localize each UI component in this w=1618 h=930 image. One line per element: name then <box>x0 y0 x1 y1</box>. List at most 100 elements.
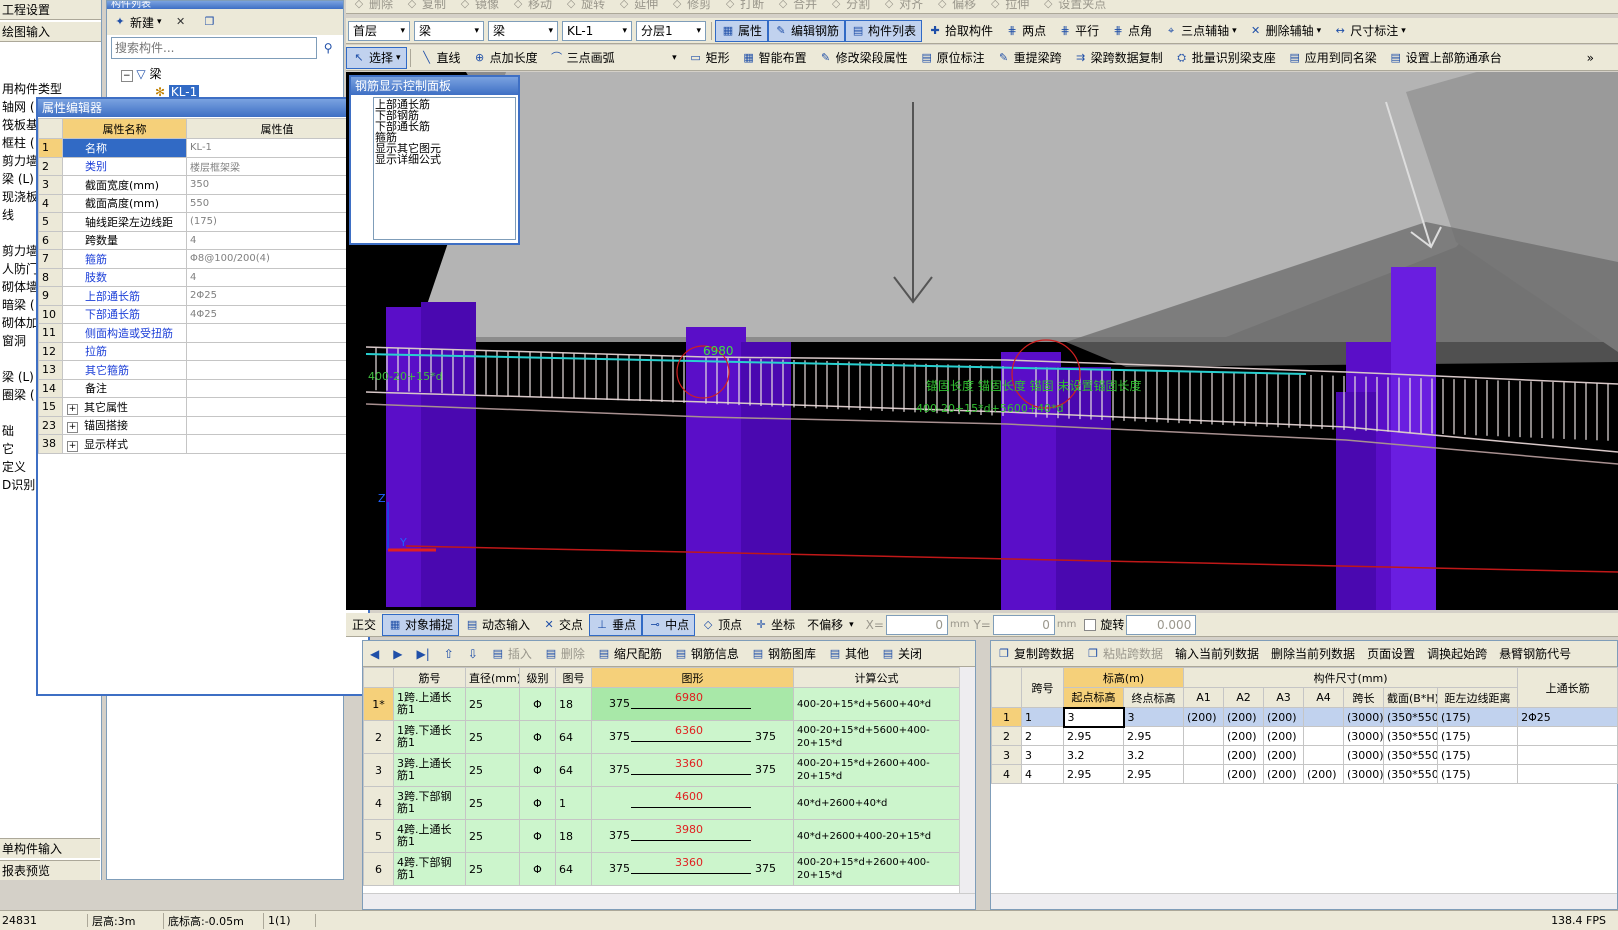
layer-select[interactable]: 分层1 ▾ <box>636 20 706 41</box>
type-select-1[interactable]: 梁 ▾ <box>414 20 484 41</box>
rebar-diameter-cell[interactable]: 25 <box>465 753 520 787</box>
rebar-shape-cell[interactable]: 375 6980 <box>591 687 794 721</box>
property-row[interactable]: 11 侧面构造或受扭筋 <box>38 323 368 343</box>
rebar-formula-cell[interactable]: 400-20+15*d+2600+400-20+15*d <box>793 753 960 787</box>
span-cell-a2[interactable]: (200) <box>1223 726 1264 746</box>
property-row[interactable]: 1 名称 KL-1 <box>38 138 368 158</box>
rebar-tool-button[interactable]: ▤ 删除 <box>538 643 591 665</box>
3d-viewport[interactable]: 6980 400-20+15*d 锚固长度 锚固长度 锚固 未设置锚固长度 40… <box>346 72 1618 610</box>
rebar-grade-cell[interactable]: Φ <box>519 720 556 754</box>
property-value-cell[interactable]: (175) <box>186 212 368 232</box>
rebar-tool-button[interactable]: ▤ 其他 <box>822 643 875 665</box>
nav-arrow-icon[interactable]: ◀ <box>363 643 386 665</box>
rebar-grade-cell[interactable]: Φ <box>519 786 556 820</box>
rebar-figure-no-cell[interactable]: 18 <box>555 819 592 853</box>
x-input[interactable]: 0 <box>885 614 948 635</box>
span-cell-a1[interactable] <box>1183 726 1224 746</box>
rebar-figure-no-cell[interactable]: 18 <box>555 687 592 721</box>
span-cell-a3[interactable]: (200) <box>1263 745 1304 765</box>
rebar-figure-no-cell[interactable]: 64 <box>555 720 592 754</box>
property-row[interactable]: 38 + 显示样式 <box>38 434 368 454</box>
snap-button[interactable]: ▦ 对象捕捉 <box>382 613 460 636</box>
type-select-2[interactable]: 梁 ▾ <box>488 20 558 41</box>
rebar-grade-cell[interactable]: Φ <box>519 819 556 853</box>
span-cell-top[interactable] <box>1517 726 1618 746</box>
property-row[interactable]: 23 + 锚固搭接 <box>38 415 368 435</box>
span-cell-a2[interactable]: (200) <box>1223 764 1264 784</box>
span-row[interactable]: 4 4 2.95 2.95 (200) (200) (200) (3000) (350*550)… <box>991 764 1618 784</box>
toolbar-button[interactable]: ⋕ 点角 <box>1105 20 1158 42</box>
property-value-cell[interactable]: 4 <box>186 267 368 287</box>
rebar-grade-cell[interactable]: Φ <box>519 852 556 886</box>
rebar-scrollbar-v[interactable] <box>959 667 975 893</box>
module-tree-item[interactable]: 用构件类型 <box>0 80 101 98</box>
span-cell-len[interactable]: (3000) <box>1343 707 1384 727</box>
toolbar-button[interactable]: ⋕ 平行 <box>1052 20 1105 42</box>
expand-icon[interactable]: + <box>67 403 78 415</box>
project-settings-tab[interactable]: 工程设置 <box>0 0 101 20</box>
more-icon[interactable]: » <box>1587 51 1618 65</box>
select-button[interactable]: ↖ 选择 ▾ <box>346 46 407 69</box>
toolbar-button[interactable]: ▤ 构件列表 <box>845 19 923 42</box>
property-value-cell[interactable]: 4 <box>186 230 368 250</box>
span-row[interactable]: 1 1 3 3 (200) (200) (200) (3000) (350*550) (175) 2… <box>991 706 1618 728</box>
toolbar-button[interactable]: ✕ 删除辅轴 ▾ <box>1243 20 1328 42</box>
draw-input-tab[interactable]: 绘图输入 <box>0 22 101 42</box>
rebar-grade-cell[interactable]: Φ <box>519 753 556 787</box>
draw-tool-button[interactable]: ✎ 重提梁跨 <box>991 47 1068 69</box>
edit-tool-button[interactable]: ◇ 复制 <box>399 0 452 13</box>
span-cell-start[interactable]: 2.95 <box>1063 764 1124 784</box>
rebar-shape-cell[interactable]: 375 6360 375 <box>591 720 794 754</box>
draw-tool-button[interactable]: ▤ 设置上部筋通承台 <box>1383 47 1508 69</box>
rebar-shape-cell[interactable]: 4600 <box>591 786 794 820</box>
rebar-diameter-cell[interactable]: 25 <box>465 852 520 886</box>
property-value-cell[interactable]: 350 <box>186 175 368 195</box>
span-cell-a1[interactable] <box>1183 764 1224 784</box>
property-value-cell[interactable] <box>186 341 368 361</box>
rebar-row[interactable]: 4 3跨.下部钢筋1 25 Φ 1 4600 40*d+2600+40*d <box>363 786 960 820</box>
copy-button[interactable]: ❐ <box>197 11 226 33</box>
span-cell-len[interactable]: (3000) <box>1343 764 1384 784</box>
draw-tool-button[interactable]: ⛭ 批量识别梁支座 <box>1169 47 1282 69</box>
span-cell-dist[interactable]: (175) <box>1436 745 1519 765</box>
property-value-cell[interactable]: 4Φ25 <box>186 304 368 324</box>
property-value-cell[interactable] <box>186 323 368 343</box>
property-value-cell[interactable]: 550 <box>186 193 368 213</box>
property-row[interactable]: 3 截面宽度(mm) 350 <box>38 175 368 195</box>
edit-tool-button[interactable]: ◇ 合并 <box>770 0 823 13</box>
span-cell-sec[interactable]: (350*550) <box>1383 707 1438 727</box>
span-cell-a4[interactable]: (200) <box>1303 764 1344 784</box>
span-cell-a1[interactable] <box>1183 745 1224 765</box>
rebar-figure-no-cell[interactable]: 64 <box>555 753 592 787</box>
rebar-figure-no-cell[interactable]: 64 <box>555 852 592 886</box>
span-cell-a4[interactable] <box>1303 745 1344 765</box>
report-preview-tab[interactable]: 报表预览 <box>0 860 100 880</box>
nav-arrow-icon[interactable]: ▶| <box>409 643 436 665</box>
span-cell-dist[interactable]: (175) <box>1436 764 1519 784</box>
span-cell-top[interactable] <box>1517 745 1618 765</box>
snap-button[interactable]: ▤ 动态输入 <box>459 614 536 636</box>
edit-tool-button[interactable]: ◇ 对齐 <box>876 0 929 13</box>
floor-select[interactable]: 首层 ▾ <box>348 20 410 41</box>
rebar-tool-button[interactable]: ▤ 钢筋信息 <box>668 643 745 665</box>
span-cell-top[interactable]: 2Φ25 <box>1517 707 1618 727</box>
edit-tool-button[interactable]: ◇ 分割 <box>823 0 876 13</box>
single-component-input-tab[interactable]: 单构件输入 <box>0 838 100 858</box>
span-cell-a3[interactable]: (200) <box>1263 707 1304 727</box>
span-cell-len[interactable]: (3000) <box>1343 745 1384 765</box>
property-row[interactable]: 2 类别 楼层框架梁 <box>38 156 368 176</box>
y-input[interactable]: 0 <box>992 614 1055 635</box>
span-cell-a3[interactable]: (200) <box>1263 726 1304 746</box>
rebar-name-cell[interactable]: 1跨.下通长筋1 <box>393 720 466 754</box>
rebar-formula-cell[interactable]: 400-20+15*d+5600+400-20+15*d <box>793 720 960 754</box>
span-cell-end[interactable]: 2.95 <box>1123 726 1184 746</box>
span-cell-a1[interactable]: (200) <box>1183 707 1224 727</box>
draw-tool-button[interactable]: ⊕ 点加长度 <box>467 47 544 69</box>
property-row[interactable]: 10 下部通长筋 4Φ25 <box>38 304 368 324</box>
rebar-row[interactable]: 2 1跨.下通长筋1 25 Φ 64 375 6360 375 400-20+15*d+5600… <box>363 720 960 754</box>
span-cell-sec[interactable]: (350*550) <box>1383 726 1438 746</box>
span-cell-start[interactable]: 3 <box>1062 706 1125 728</box>
span-cell-start[interactable]: 3.2 <box>1063 745 1124 765</box>
rebar-diameter-cell[interactable]: 25 <box>465 786 520 820</box>
rebar-tool-button[interactable]: ▤ 缩尺配筋 <box>591 643 668 665</box>
